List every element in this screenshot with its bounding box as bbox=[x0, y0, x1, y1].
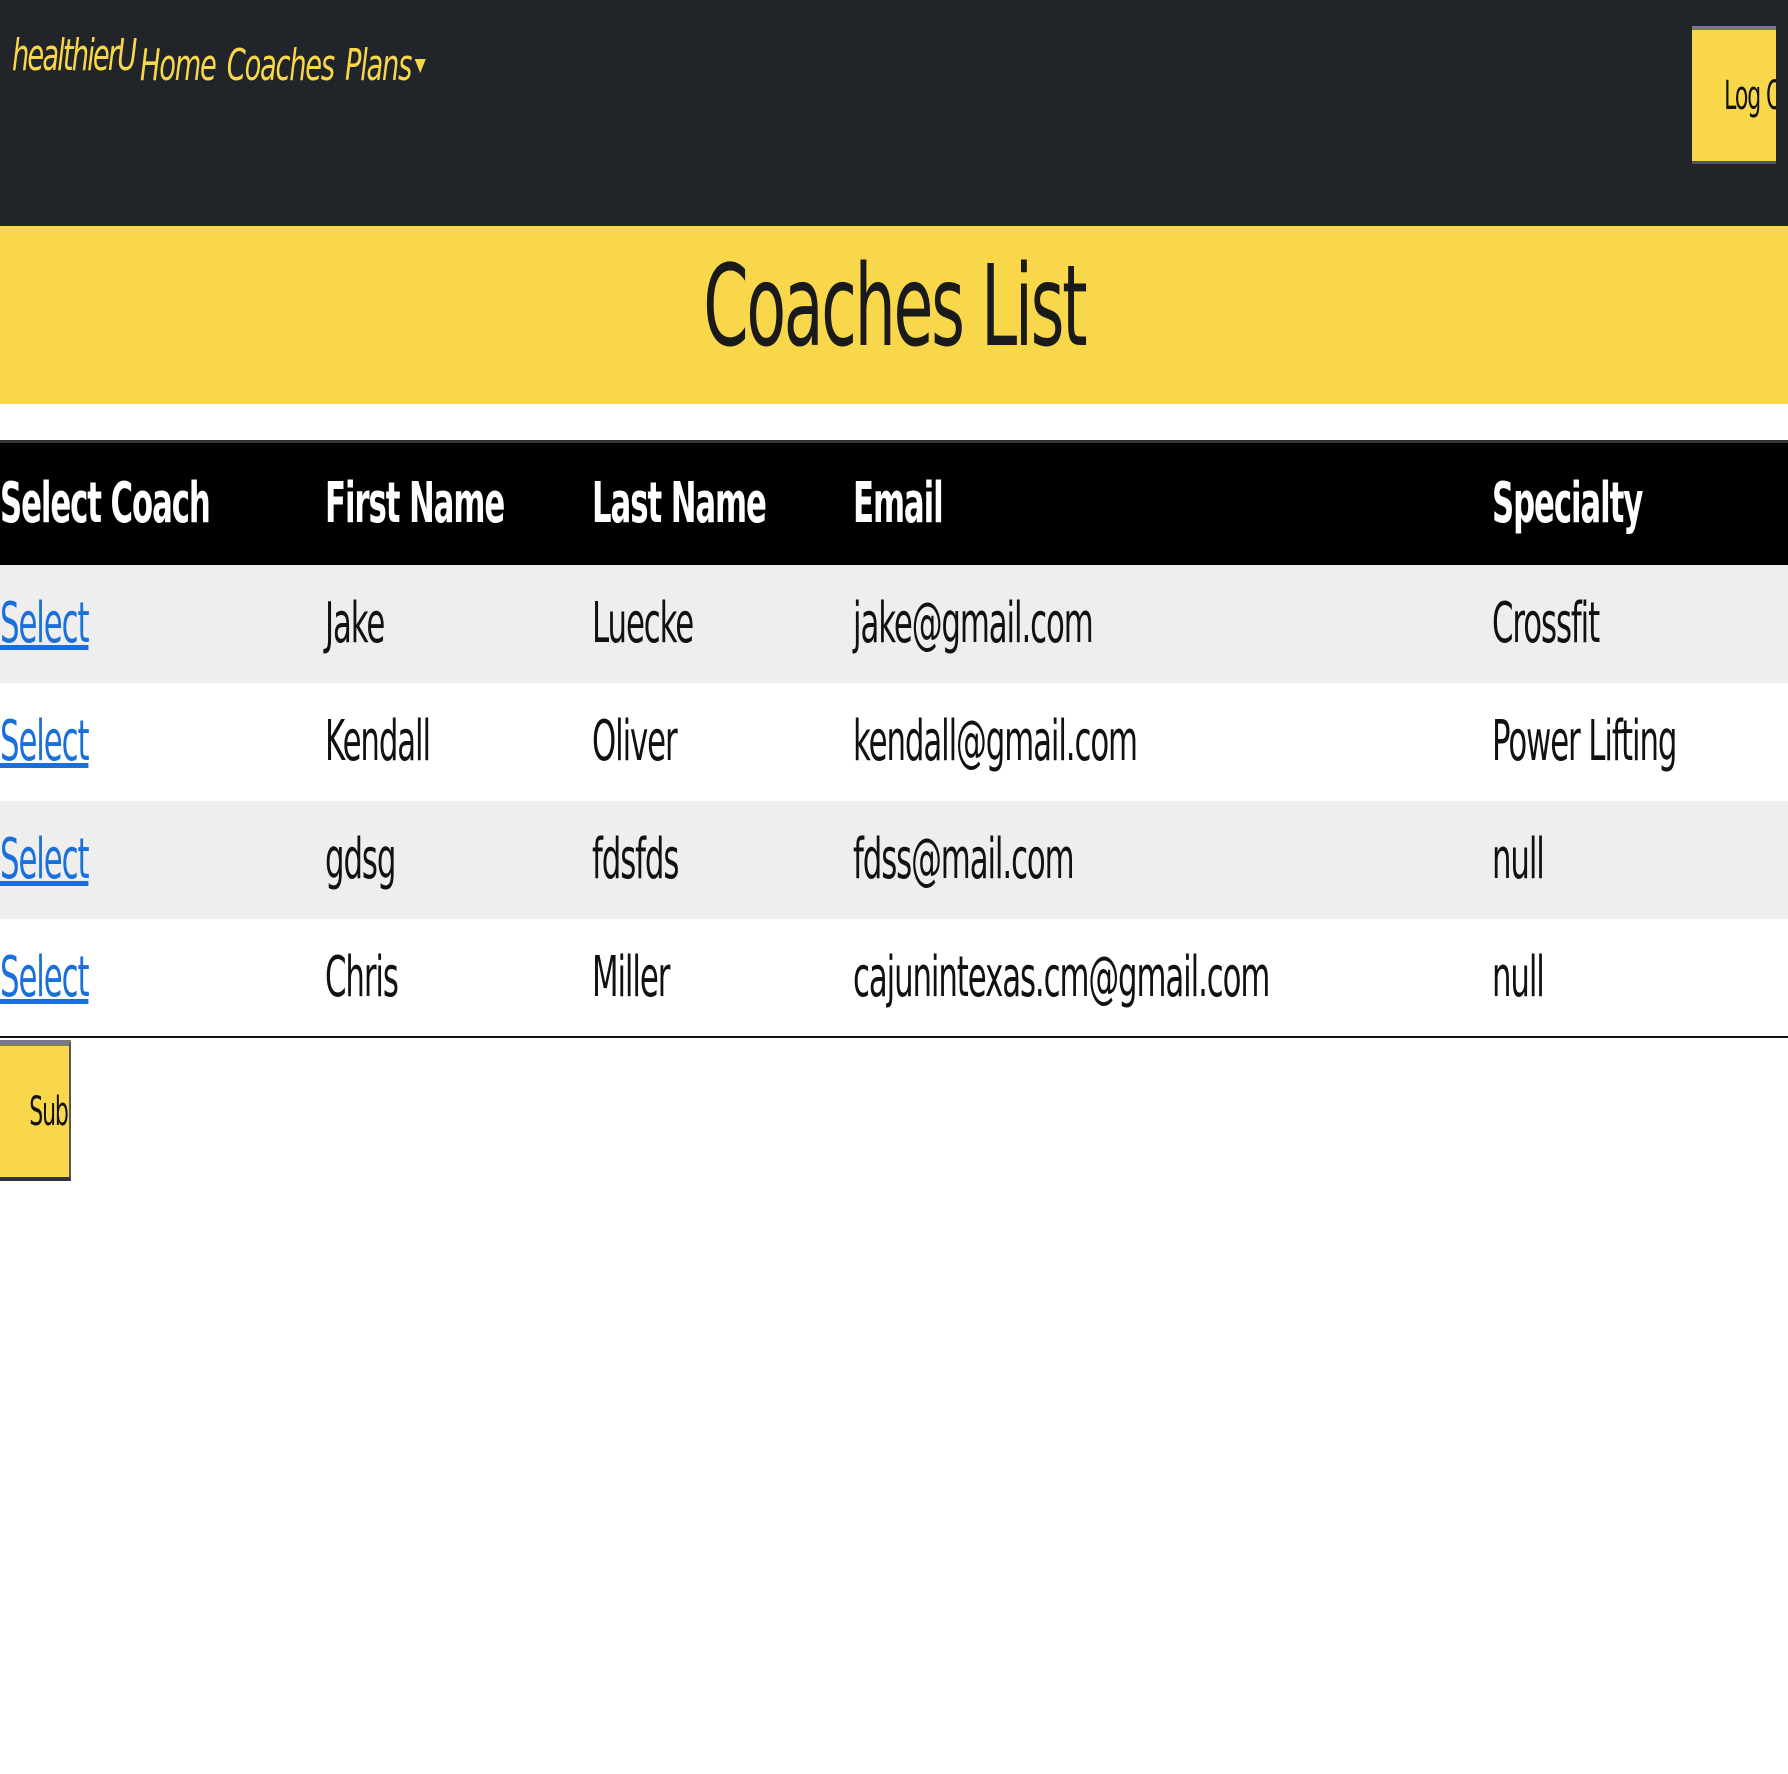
last-name-cell: Miller bbox=[592, 918, 853, 1038]
last-name-cell: Luecke bbox=[592, 591, 694, 656]
column-header-first-name: First Name bbox=[325, 440, 592, 565]
last-name-cell: fdsfds bbox=[592, 827, 679, 892]
email-cell: kendall@gmail.com bbox=[853, 709, 1138, 774]
nav-link-plans[interactable]: Plans bbox=[345, 40, 412, 91]
email-cell: fdss@mail.com bbox=[853, 827, 1075, 892]
select-coach-link[interactable]: Select bbox=[0, 709, 90, 774]
table-row: Select gdsg fdsfds fdss@mail.com null bbox=[0, 800, 1788, 919]
select-cell: Select bbox=[0, 565, 325, 683]
nav-link-home[interactable]: Home bbox=[140, 40, 217, 91]
first-name-cell: Chris bbox=[325, 918, 592, 1038]
table-row: Select Jake Luecke jake@gmail.com Crossf… bbox=[0, 564, 1788, 683]
email-cell: jake@gmail.com bbox=[853, 591, 1094, 656]
select-coach-link[interactable]: Select bbox=[0, 945, 90, 1010]
column-header-select-coach: Select Coach bbox=[0, 440, 325, 565]
first-name-cell: Kendall bbox=[325, 709, 431, 774]
table-body: Select Jake Luecke jake@gmail.com Crossf… bbox=[0, 564, 1788, 1038]
select-coach-link[interactable]: Select bbox=[0, 591, 90, 656]
table-header-row: Select Coach First Name Last Name Email … bbox=[0, 440, 1788, 565]
table-header: Select Coach First Name Last Name Email … bbox=[0, 440, 1788, 565]
page-banner: Coaches List bbox=[0, 226, 1788, 404]
top-navbar: healthierU Home Coaches Plans Log Out bbox=[0, 0, 1788, 226]
email-cell: cajunintexas.cm@gmail.com bbox=[853, 918, 1492, 1038]
specialty-cell: null bbox=[1492, 827, 1545, 892]
column-header-email: Email bbox=[853, 440, 1492, 565]
last-name-cell: Oliver bbox=[592, 709, 678, 774]
page-title: Coaches List bbox=[703, 242, 1087, 372]
specialty-cell: null bbox=[1492, 918, 1788, 1038]
column-header-specialty: Specialty bbox=[1492, 440, 1788, 565]
table-row: Select Chris Miller cajunintexas.cm@gmai… bbox=[0, 918, 1788, 1038]
caret-down-icon[interactable] bbox=[414, 58, 426, 73]
brand-logo[interactable]: healthierU bbox=[12, 30, 137, 81]
first-name-cell: Jake bbox=[325, 591, 385, 656]
nav-link-coaches[interactable]: Coaches bbox=[227, 40, 335, 91]
coaches-table: Select Coach First Name Last Name Email … bbox=[0, 440, 1788, 1038]
select-cell: Select bbox=[0, 683, 325, 801]
specialty-cell: Crossfit bbox=[1492, 591, 1600, 656]
coaches-table-container: Select Coach First Name Last Name Email … bbox=[0, 440, 1788, 1038]
column-header-last-name: Last Name bbox=[592, 440, 853, 565]
first-name-cell: gdsg bbox=[325, 827, 396, 892]
logout-button-label: Log Out bbox=[1724, 72, 1776, 119]
nav-dropdown-plans[interactable]: Plans bbox=[345, 40, 426, 91]
select-cell: Select bbox=[0, 801, 325, 919]
select-cell: Select bbox=[0, 918, 325, 1038]
specialty-cell: Power Lifting bbox=[1492, 709, 1677, 774]
nav-links: Home Coaches Plans bbox=[140, 40, 426, 91]
table-row: Select Kendall Oliver kendall@gmail.com … bbox=[0, 682, 1788, 801]
logout-button[interactable]: Log Out bbox=[1692, 26, 1776, 164]
select-coach-link[interactable]: Select bbox=[0, 827, 90, 892]
submit-button[interactable]: Submit bbox=[0, 1040, 71, 1181]
submit-button-label: Submit bbox=[29, 1088, 69, 1135]
